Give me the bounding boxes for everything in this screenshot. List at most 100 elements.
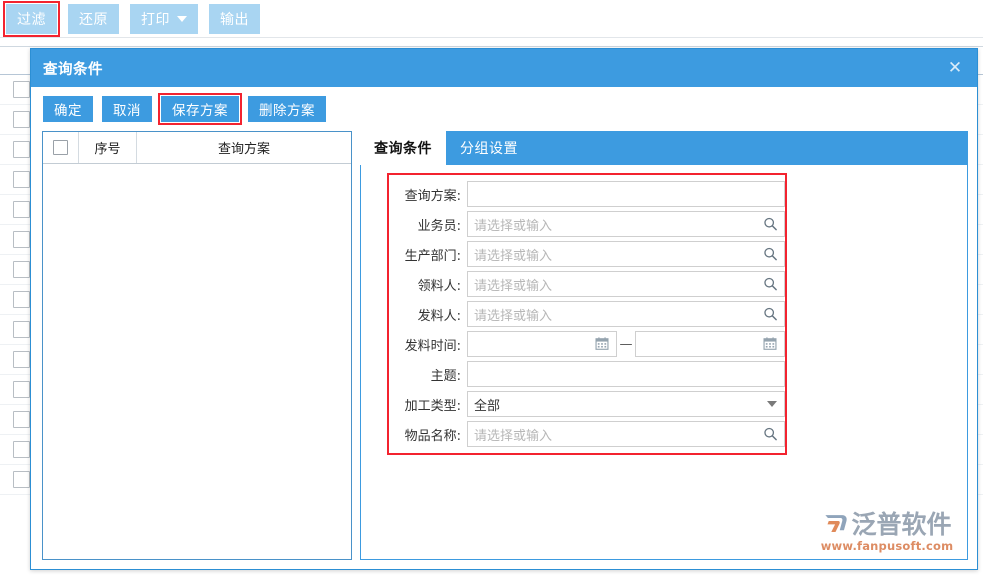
form-field-input[interactable]	[467, 181, 785, 207]
cancel-button[interactable]: 取消	[102, 96, 152, 122]
row-checkbox[interactable]	[13, 321, 30, 338]
fanpu-logo-icon	[825, 514, 848, 532]
watermark-url: www.fanpusoft.com	[820, 539, 954, 553]
search-icon[interactable]	[763, 277, 778, 292]
watermark: 泛普软件 www.fanpusoft.com	[813, 505, 961, 553]
delete-scheme-button-label: 删除方案	[259, 103, 315, 118]
restore-button[interactable]: 还原	[68, 3, 119, 34]
print-button-label: 打印	[141, 10, 170, 27]
scheme-column-name: 查询方案	[217, 142, 270, 157]
form-field-label: 业务员:	[417, 218, 461, 234]
form-row: 业务员: 请选择或输入	[389, 209, 785, 239]
query-condition-form: 查询方案: 业务员: 请选择或输入 生产部门: 请选择或输入 领料人: 请选择或输入 发料人:…	[387, 173, 787, 455]
print-button[interactable]: 打印	[130, 3, 198, 34]
form-field-input[interactable]: 全部	[467, 391, 785, 417]
row-checkbox[interactable]	[13, 351, 30, 368]
row-checkbox[interactable]	[13, 171, 30, 188]
export-button[interactable]: 输出	[209, 3, 260, 34]
form-row: 加工类型: 全部	[389, 389, 785, 419]
app-root: 过滤 还原 打印 输出 查询条件 ✕ 确定 取消 保存方案 删除方案 序号 查询…	[0, 0, 983, 578]
form-field-input[interactable]: 请选择或输入	[467, 301, 785, 327]
row-checkbox[interactable]	[13, 231, 30, 248]
row-checkbox[interactable]	[13, 261, 30, 278]
dialog-titlebar: 查询条件 ✕	[31, 49, 977, 87]
form-row: 发料时间: —	[389, 329, 785, 359]
watermark-brand: 泛普软件	[851, 510, 952, 539]
background-toolbar: 过滤 还原 打印 输出	[0, 0, 983, 38]
form-field-placeholder: 请选择或输入	[474, 308, 553, 324]
search-icon[interactable]	[763, 217, 778, 232]
export-button-label: 输出	[220, 10, 249, 27]
form-field-label: 查询方案:	[404, 188, 461, 204]
form-row: 主题:	[389, 359, 785, 389]
tab-group-setting[interactable]: 分组设置	[446, 131, 532, 165]
row-checkbox[interactable]	[13, 201, 30, 218]
delete-scheme-button[interactable]: 删除方案	[248, 96, 326, 122]
filter-button[interactable]: 过滤	[3, 0, 60, 37]
form-field-placeholder: 请选择或输入	[474, 218, 553, 234]
form-field-placeholder: 请选择或输入	[474, 248, 553, 264]
restore-button-label: 还原	[79, 10, 108, 27]
form-field-placeholder: 请选择或输入	[474, 428, 553, 444]
tab-bar: 查询条件 分组设置	[360, 131, 968, 165]
form-field-label: 加工类型:	[404, 398, 461, 414]
form-row: 生产部门: 请选择或输入	[389, 239, 785, 269]
date-end-input[interactable]	[635, 331, 785, 357]
row-checkbox[interactable]	[13, 141, 30, 158]
scheme-table-body[interactable]	[43, 164, 351, 559]
watermark-brand-row: 泛普软件	[813, 505, 961, 541]
confirm-button[interactable]: 确定	[43, 96, 93, 122]
search-icon[interactable]	[763, 427, 778, 442]
close-icon[interactable]: ✕	[933, 49, 977, 87]
row-checkbox[interactable]	[13, 291, 30, 308]
save-scheme-button-label: 保存方案	[172, 103, 228, 118]
chevron-down-icon[interactable]	[767, 401, 777, 407]
search-icon[interactable]	[763, 307, 778, 322]
form-field-label: 发料人:	[417, 308, 461, 324]
row-checkbox[interactable]	[13, 411, 30, 428]
form-field-label: 领料人:	[417, 278, 461, 294]
select-all-checkbox[interactable]	[53, 140, 68, 155]
query-condition-dialog: 查询条件 ✕ 确定 取消 保存方案 删除方案 序号 查询方案 查询条件 分组设置…	[30, 48, 978, 570]
date-start-input[interactable]	[467, 331, 617, 357]
tab-panel-query-condition: 查询方案: 业务员: 请选择或输入 生产部门: 请选择或输入 领料人: 请选择或输入 发料人:…	[360, 165, 968, 560]
form-field-value: 全部	[474, 398, 501, 414]
scheme-list-panel: 序号 查询方案	[42, 131, 352, 560]
form-field-label: 生产部门:	[404, 248, 461, 264]
row-checkbox[interactable]	[13, 441, 30, 458]
scheme-select-all-cell[interactable]	[43, 132, 79, 163]
chevron-down-icon	[177, 15, 187, 22]
dialog-body: 序号 查询方案 查询条件 分组设置 查询方案: 业务员: 请选择或输入 生产部门: 请选…	[31, 131, 977, 569]
form-row: 物品名称: 请选择或输入	[389, 419, 785, 449]
date-range-separator: —	[619, 336, 633, 352]
date-range-group: —	[467, 331, 785, 357]
calendar-icon[interactable]	[763, 337, 778, 352]
form-field-placeholder: 请选择或输入	[474, 278, 553, 294]
row-checkbox[interactable]	[13, 81, 30, 98]
dialog-action-bar: 确定 取消 保存方案 删除方案	[31, 87, 977, 131]
form-field-label: 主题:	[430, 368, 461, 384]
form-field-input[interactable]: 请选择或输入	[467, 271, 785, 297]
row-checkbox[interactable]	[13, 381, 30, 398]
save-scheme-button[interactable]: 保存方案	[158, 93, 242, 125]
scheme-column-index: 序号	[79, 132, 137, 163]
form-row: 发料人: 请选择或输入	[389, 299, 785, 329]
form-field-input[interactable]: 请选择或输入	[467, 211, 785, 237]
form-field-label: 发料时间:	[404, 338, 461, 354]
row-checkbox[interactable]	[13, 111, 30, 128]
scheme-table-header: 序号 查询方案	[43, 132, 351, 164]
calendar-icon[interactable]	[595, 337, 610, 352]
confirm-button-label: 确定	[54, 103, 82, 118]
row-checkbox[interactable]	[13, 471, 30, 488]
form-row: 领料人: 请选择或输入	[389, 269, 785, 299]
cancel-button-label: 取消	[113, 103, 141, 118]
form-field-label: 物品名称:	[404, 428, 461, 444]
tab-query-condition[interactable]: 查询条件	[360, 131, 446, 165]
dialog-title: 查询条件	[43, 61, 103, 78]
form-field-input[interactable]: 请选择或输入	[467, 241, 785, 267]
form-field-input[interactable]: 请选择或输入	[467, 421, 785, 447]
form-field-input[interactable]	[467, 361, 785, 387]
form-row: 查询方案:	[389, 179, 785, 209]
filter-button-label: 过滤	[17, 10, 46, 27]
search-icon[interactable]	[763, 247, 778, 262]
